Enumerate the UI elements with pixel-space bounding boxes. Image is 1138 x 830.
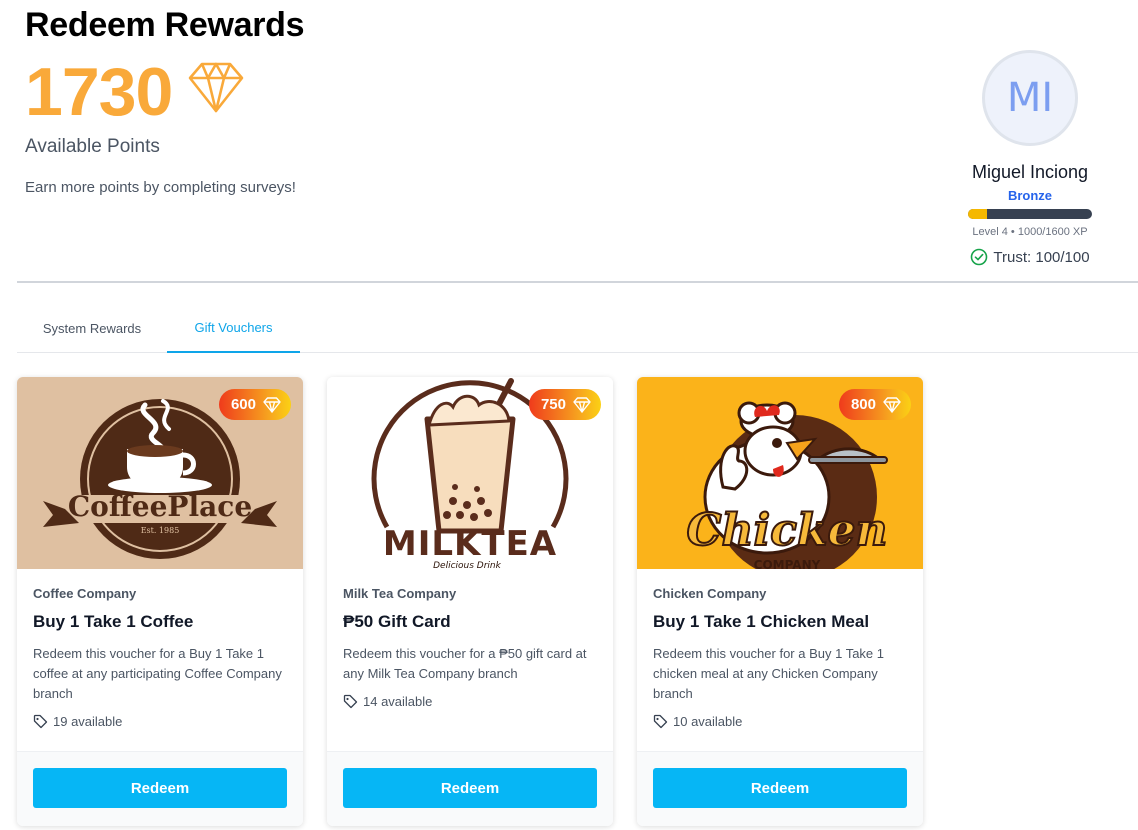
tier-badge: Bronze <box>1007 188 1053 203</box>
divider <box>17 281 1138 283</box>
badge-points: 750 <box>540 396 566 413</box>
trust-score: Trust: 100/100 <box>955 248 1105 266</box>
voucher-title: Buy 1 Take 1 Coffee <box>33 612 194 631</box>
tag-icon <box>33 714 48 729</box>
voucher-card[interactable]: Chicken COMPANY 800 Chicken Company Buy … <box>637 377 923 826</box>
voucher-title: Buy 1 Take 1 Chicken Meal <box>653 612 870 631</box>
redeem-button[interactable]: Redeem <box>653 768 907 808</box>
diamond-icon <box>573 396 591 413</box>
badge-points: 800 <box>850 396 876 413</box>
availability-text: 19 available <box>53 714 123 729</box>
voucher-description: Redeem this voucher for a ₱50 gift card … <box>343 646 587 681</box>
milktea-tagline-text: Delicious Drink <box>433 561 502 569</box>
chicken-company-text: COMPANY <box>754 558 821 569</box>
profile-card: MI Miguel Inciong Bronze Level 4 • 1000/… <box>955 50 1105 266</box>
diamond-icon <box>263 396 281 413</box>
voucher-description: Redeem this voucher for a Buy 1 Take 1 c… <box>653 646 884 701</box>
badge-points: 600 <box>230 396 256 413</box>
voucher-company: Coffee Company <box>33 586 137 601</box>
voucher-availability: 19 available <box>33 714 287 729</box>
diamond-icon <box>883 396 901 413</box>
page-title: Redeem Rewards <box>25 6 305 44</box>
points-label: Available Points <box>25 136 160 157</box>
voucher-description: Redeem this voucher for a Buy 1 Take 1 c… <box>33 646 282 701</box>
points-row: 1730 <box>25 54 244 130</box>
voucher-company: Milk Tea Company <box>343 586 457 601</box>
profile-name: Miguel Inciong <box>971 162 1089 182</box>
tag-icon <box>653 714 668 729</box>
coffee-brand-text: CoffeePlace <box>68 490 252 523</box>
avatar[interactable]: MI <box>982 50 1078 146</box>
availability-text: 14 available <box>363 694 433 709</box>
trust-text: Trust: 100/100 <box>993 248 1090 266</box>
redeem-button[interactable]: Redeem <box>343 768 597 808</box>
card-footer: Redeem <box>17 751 303 826</box>
tab-gift-vouchers[interactable]: Gift Vouchers <box>167 303 300 353</box>
points-value: 1730 <box>25 54 173 130</box>
availability-text: 10 available <box>673 714 743 729</box>
tab-system-rewards[interactable]: System Rewards <box>17 303 167 353</box>
check-circle-icon <box>971 248 988 266</box>
card-footer: Redeem <box>637 751 923 826</box>
chicken-brand-text: Chicken <box>687 505 888 556</box>
points-hint: Earn more points by completing surveys! <box>25 179 296 196</box>
coffee-est-text: Est. 1985 <box>141 526 180 535</box>
voucher-company: Chicken Company <box>653 586 767 601</box>
redeem-button[interactable]: Redeem <box>33 768 287 808</box>
voucher-availability: 10 available <box>653 714 907 729</box>
voucher-card[interactable]: MILKTEA Delicious Drink 750 Milk Tea Com… <box>327 377 613 826</box>
diamond-icon <box>188 62 244 113</box>
voucher-title: ₱50 Gift Card <box>343 612 451 631</box>
xp-progress-fill <box>968 209 987 219</box>
voucher-card[interactable]: CoffeePlace Est. 1985 600 Coffee Company… <box>17 377 303 826</box>
card-footer: Redeem <box>327 751 613 826</box>
points-badge: 800 <box>838 389 911 420</box>
xp-progress-bar <box>968 209 1092 219</box>
tab-bar: System Rewards Gift Vouchers <box>17 303 1138 353</box>
points-badge: 600 <box>218 389 291 420</box>
tag-icon <box>343 694 358 709</box>
points-badge: 750 <box>528 389 601 420</box>
xp-text: Level 4 • 1000/1600 XP <box>972 226 1088 238</box>
voucher-availability: 14 available <box>343 694 597 709</box>
milktea-brand-text: MILKTEA <box>383 524 557 564</box>
